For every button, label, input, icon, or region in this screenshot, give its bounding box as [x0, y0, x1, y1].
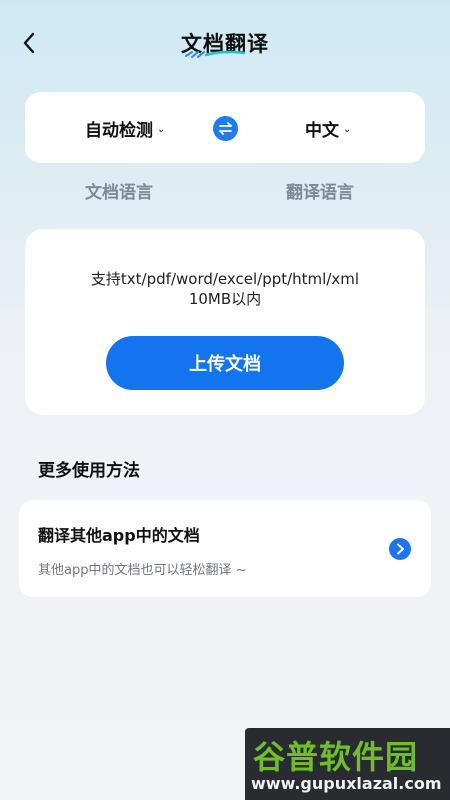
- watermark-logo: 谷普软件园 www.gupuxlazal.com: [245, 728, 450, 800]
- swap-icon: [219, 122, 232, 135]
- list-item-translate-other-app[interactable]: 翻译其他app中的文档 其他app中的文档也可以轻松翻译 ~: [19, 500, 431, 597]
- section-title-more-methods: 更多使用方法: [38, 461, 140, 481]
- size-limit-line: 10MB以内: [188, 290, 262, 308]
- target-language-dropdown[interactable]: 中文 ⌄: [305, 116, 351, 141]
- source-language-label: 自动检测: [85, 121, 153, 141]
- supported-formats-text: 支持txt/pdf/word/excel/ppt/html/xml 10MB以内: [25, 269, 425, 309]
- upload-card: 支持txt/pdf/word/excel/ppt/html/xml 10MB以内…: [25, 229, 425, 415]
- upload-document-button[interactable]: 上传文档: [106, 336, 344, 390]
- swap-languages-button[interactable]: [213, 116, 238, 141]
- list-item-description: 其他app中的文档也可以轻松翻译 ~: [38, 563, 247, 578]
- source-language-dropdown[interactable]: 自动检测 ⌄: [85, 116, 165, 141]
- title-underline-decoration: [185, 50, 246, 58]
- source-language-caption: 文档语言: [85, 183, 153, 203]
- watermark-brand: 谷普软件园: [253, 738, 419, 776]
- watermark-url: www.gupuxlazal.com: [251, 774, 442, 793]
- supported-formats-line: 支持txt/pdf/word/excel/ppt/html/xml: [90, 270, 360, 288]
- target-language-caption: 翻译语言: [286, 183, 354, 203]
- chevron-right-icon: [389, 538, 411, 560]
- chevron-down-icon: ⌄: [157, 124, 166, 135]
- top-bar: 文档翻译: [0, 0, 450, 86]
- list-item-title: 翻译其他app中的文档: [38, 526, 200, 545]
- language-selector-card: 自动检测 ⌄ 中文 ⌄: [25, 92, 425, 163]
- target-language-label: 中文: [305, 121, 339, 141]
- chevron-down-icon: ⌄: [343, 124, 352, 135]
